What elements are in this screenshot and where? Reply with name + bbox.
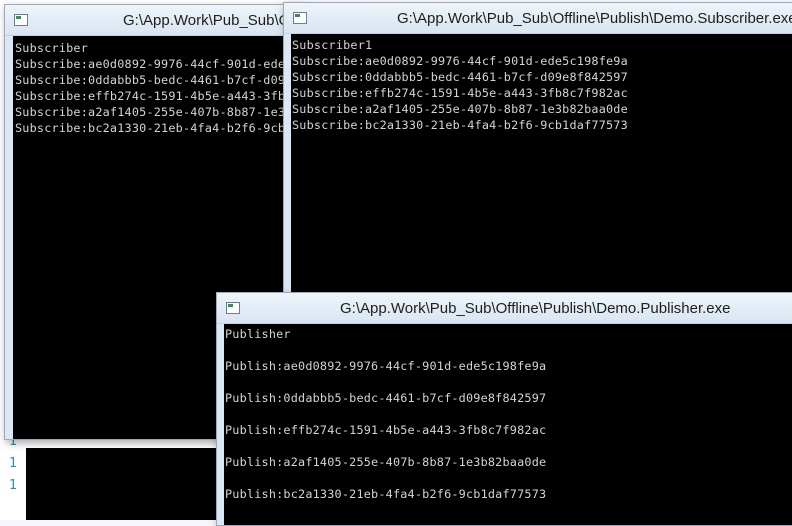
console-line: Subscribe:a2af1405-255e-407b-8b87-1e3b82… xyxy=(15,105,301,119)
console-line: Subscribe:a2af1405-255e-407b-8b87-1e3b82… xyxy=(292,102,628,116)
console-line: Publish:a2af1405-255e-407b-8b87-1e3b82ba… xyxy=(225,455,547,469)
console-output: Subscriber1 Subscribe:ae0d0892-9976-44cf… xyxy=(291,34,792,299)
console-line: Subscribe:ae0d0892-9976-44cf-901d-ede5c1… xyxy=(292,54,628,68)
console-line: Subscribe:effb274c-1591-4b5e-a443-3fb8c7… xyxy=(15,89,301,103)
line-number: 1 xyxy=(9,456,17,471)
console-line: Publish:ae0d0892-9976-44cf-901d-ede5c198… xyxy=(225,359,547,373)
window-titlebar[interactable]: G:\App.Work\Pub_Sub\Offline\Publish\Demo… xyxy=(5,5,523,36)
console-line: Subscribe:bc2a1330-21eb-4fa4-b2f6-9cb1da… xyxy=(15,121,301,135)
window-titlebar[interactable]: G:\App.Work\Pub_Sub\Offline\Publish\Demo… xyxy=(217,293,792,324)
background-console-window xyxy=(26,448,216,520)
console-app-icon xyxy=(14,14,28,26)
console-line: Subscribe:0ddabbb5-bedc-4461-b7cf-d09e8f… xyxy=(15,73,301,87)
console-line: Subscribe:0ddabbb5-bedc-4461-b7cf-d09e8f… xyxy=(292,70,628,84)
console-line: Publish:bc2a1330-21eb-4fa4-b2f6-9cb1daf7… xyxy=(225,487,547,501)
publisher-console-window[interactable]: G:\App.Work\Pub_Sub\Offline\Publish\Demo… xyxy=(216,292,792,526)
window-titlebar[interactable]: G:\App.Work\Pub_Sub\Offline\Publish\Demo… xyxy=(284,3,792,34)
window-title: G:\App.Work\Pub_Sub\Offline\Publish\Demo… xyxy=(397,10,792,27)
console-app-icon xyxy=(226,302,240,314)
console-line: Publish:0ddabbb5-bedc-4461-b7cf-d09e8f84… xyxy=(225,391,547,405)
console-line: Publish:effb274c-1591-4b5e-a443-3fb8c7f9… xyxy=(225,423,547,437)
subscriber1-console-window[interactable]: G:\App.Work\Pub_Sub\Offline\Publish\Demo… xyxy=(283,2,792,300)
console-line: Subscribe:ae0d0892-9976-44cf-901d-ede5c1… xyxy=(15,57,301,71)
console-line: Publisher xyxy=(225,327,291,341)
console-output: Publisher Publish:ae0d0892-9976-44cf-901… xyxy=(224,324,792,525)
console-line: Subscriber1 xyxy=(292,38,373,52)
console-line: Subscribe:bc2a1330-21eb-4fa4-b2f6-9cb1da… xyxy=(292,118,628,132)
window-title: G:\App.Work\Pub_Sub\Offline\Publish\Demo… xyxy=(340,300,731,317)
console-line: Subscribe:effb274c-1591-4b5e-a443-3fb8c7… xyxy=(292,86,628,100)
line-number: 1 xyxy=(9,478,17,493)
console-app-icon xyxy=(293,12,307,24)
console-line: Subscriber xyxy=(15,41,89,55)
